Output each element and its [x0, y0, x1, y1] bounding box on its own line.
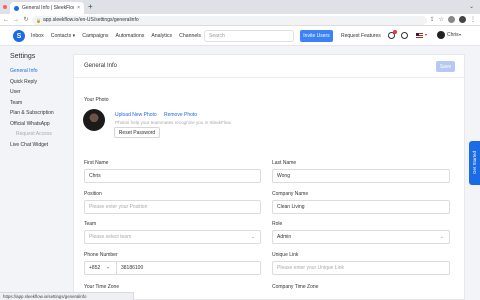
nav-contacts[interactable]: Contacts ▾ — [51, 33, 76, 39]
address-bar[interactable]: 🔒 app.sleekflow.io/en-US/settings/genera… — [32, 15, 427, 25]
chevron-down-icon: ▾ — [107, 265, 110, 270]
profile-photo — [83, 109, 105, 131]
share-icon[interactable]: ⇪ — [430, 16, 435, 23]
phone-label: Phone Number — [84, 252, 118, 258]
extension-icon[interactable] — [448, 16, 455, 23]
time-zone-label: Your Time Zone — [84, 284, 120, 290]
position-label: Position — [84, 191, 102, 197]
close-window-icon[interactable] — [3, 5, 7, 9]
sidebar-item-live-chat-widget[interactable]: Live Chat Widget — [10, 140, 73, 151]
remove-photo-link[interactable]: Remove Photo — [164, 112, 197, 118]
search-input[interactable]: Search — [204, 30, 294, 42]
save-button[interactable]: Save — [436, 61, 455, 72]
nav-campaigns[interactable]: Campaigns — [82, 33, 108, 39]
sidebar-item-user[interactable]: User — [10, 87, 73, 98]
reset-password-button[interactable]: Reset Password — [114, 127, 160, 138]
user-avatar[interactable] — [437, 31, 445, 39]
sidebar-item-plan[interactable]: Plan & Subscription — [10, 108, 73, 119]
upload-photo-link[interactable]: Upload New Photo — [115, 112, 157, 118]
help-icon[interactable] — [401, 32, 408, 39]
unique-link-field[interactable]: Please enter your Unique Link — [272, 261, 450, 275]
phone-field[interactable]: +852 ▾ 38186100 — [84, 261, 261, 275]
url-text: app.sleekflow.io/en-US/settings/generali… — [43, 17, 139, 23]
get-started-tab[interactable]: Get Started — [469, 141, 480, 185]
sidebar-item-quick-reply[interactable]: Quick Reply — [10, 77, 73, 88]
tab-search-icon[interactable]: ⌄ — [469, 3, 474, 10]
first-name-label: First Name — [84, 160, 109, 166]
country-code-value: +852 — [89, 265, 101, 271]
card-header: General Info Save — [74, 55, 464, 78]
photo-help-text: Photos help your teammates recognize you… — [115, 120, 232, 125]
chevron-down-icon: ⌄ — [250, 234, 255, 240]
phone-number-value: 38186100 — [121, 265, 144, 271]
team-label: Team — [84, 221, 97, 227]
company-name-label: Company Name — [272, 191, 309, 197]
tab-title: General Info | SleekFlow — [22, 5, 75, 11]
menu-kebab-icon[interactable]: ⋮ — [470, 16, 476, 23]
lock-icon: 🔒 — [36, 18, 41, 23]
team-select[interactable]: Please select team ⌄ — [84, 230, 261, 244]
main-nav: Inbox Contacts ▾ Campaigns Automations A… — [31, 26, 201, 46]
last-name-field[interactable]: Wong — [272, 169, 450, 183]
company-name-field[interactable]: Clean Living — [272, 200, 450, 214]
nav-inbox[interactable]: Inbox — [31, 33, 44, 39]
page-title: General Info — [84, 63, 118, 69]
role-select-value: Admin — [277, 234, 292, 240]
browser-tab[interactable]: General Info | SleekFlow × — [10, 2, 84, 14]
browser-toolbar: ← → ↻ 🔒 app.sleekflow.io/en-US/settings/… — [0, 14, 480, 26]
country-code-select[interactable]: +852 ▾ — [85, 262, 117, 274]
chevron-down-icon: ⌄ — [439, 234, 444, 240]
general-info-card: General Info Save Your Photo Upload New … — [73, 54, 465, 300]
browser-tabstrip: General Info | SleekFlow × + ⌄ — [0, 0, 480, 14]
sleekflow-favicon-icon — [14, 5, 19, 11]
request-features-link[interactable]: Request Features — [341, 30, 381, 42]
nav-analytics[interactable]: Analytics — [151, 33, 172, 39]
app-header: S Inbox Contacts ▾ Campaigns Automations… — [0, 26, 480, 46]
get-started-label: Get Started — [472, 151, 477, 175]
language-caret-icon[interactable]: ▾ — [425, 32, 427, 37]
team-select-placeholder: Please select team — [89, 234, 132, 240]
nav-channels[interactable]: Channels — [179, 33, 201, 39]
invite-users-button[interactable]: Invite Users — [300, 30, 333, 42]
unique-link-label: Unique Link — [272, 252, 299, 258]
back-icon[interactable]: ← — [2, 17, 10, 23]
company-time-zone-label: Company Time Zone — [272, 284, 319, 290]
sleekflow-logo-icon[interactable]: S — [13, 30, 25, 42]
status-bar-url: https://app.sleekflow.io/settings/genera… — [0, 292, 134, 300]
us-flag-icon[interactable] — [416, 33, 423, 38]
tab-close-icon[interactable]: × — [77, 5, 80, 11]
browser-actions: ⇪ ☆ ⋮ — [430, 16, 476, 23]
new-tab-button[interactable]: + — [88, 3, 93, 11]
first-name-field[interactable]: Chris — [84, 169, 261, 183]
user-menu-caret-icon[interactable]: ▾ — [459, 32, 461, 37]
sidebar-title: Settings — [10, 53, 36, 60]
user-name[interactable]: Chris — [447, 32, 459, 38]
forward-icon[interactable]: → — [12, 17, 20, 23]
role-select[interactable]: Admin ⌄ — [272, 230, 450, 244]
reload-icon[interactable]: ↻ — [22, 16, 30, 23]
profile-icon[interactable] — [459, 16, 466, 23]
last-name-label: Last Name — [272, 160, 297, 166]
nav-automations[interactable]: Automations — [115, 33, 144, 39]
photo-label: Your Photo — [84, 97, 109, 103]
bookmark-star-icon[interactable]: ☆ — [439, 16, 444, 23]
sidebar-item-general-info[interactable]: General Info — [10, 66, 73, 77]
sidebar-item-request-access[interactable]: Request Access — [10, 129, 73, 140]
notification-badge — [393, 30, 397, 34]
sidebar-item-team[interactable]: Team — [10, 98, 73, 109]
position-field[interactable]: Please enter your Position — [84, 200, 261, 214]
settings-sidebar: Settings General Info Quick Reply User T… — [0, 47, 73, 300]
sidebar-item-official-whatsapp[interactable]: Official WhatsApp — [10, 119, 73, 130]
role-label: Role — [272, 221, 283, 227]
